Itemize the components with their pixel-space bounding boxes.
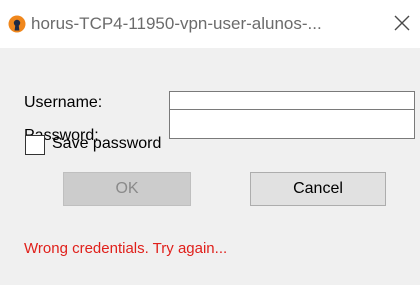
save-password-checkbox[interactable] (25, 135, 45, 155)
cancel-button[interactable]: Cancel (250, 172, 386, 206)
save-password-label[interactable]: Save password (52, 135, 161, 153)
openvpn-icon (8, 15, 26, 33)
password-input[interactable] (169, 109, 415, 139)
close-button[interactable] (388, 9, 416, 37)
window-title: horus-TCP4-11950-vpn-user-alunos-... (31, 14, 322, 33)
username-label: Username: (24, 94, 103, 111)
title-bar: horus-TCP4-11950-vpn-user-alunos-... (0, 0, 420, 48)
dialog-body: Username: Password: Save password OK Can… (0, 48, 420, 285)
ok-button[interactable]: OK (63, 172, 191, 206)
error-message: Wrong credentials. Try again... (24, 240, 228, 257)
close-icon (394, 15, 410, 31)
